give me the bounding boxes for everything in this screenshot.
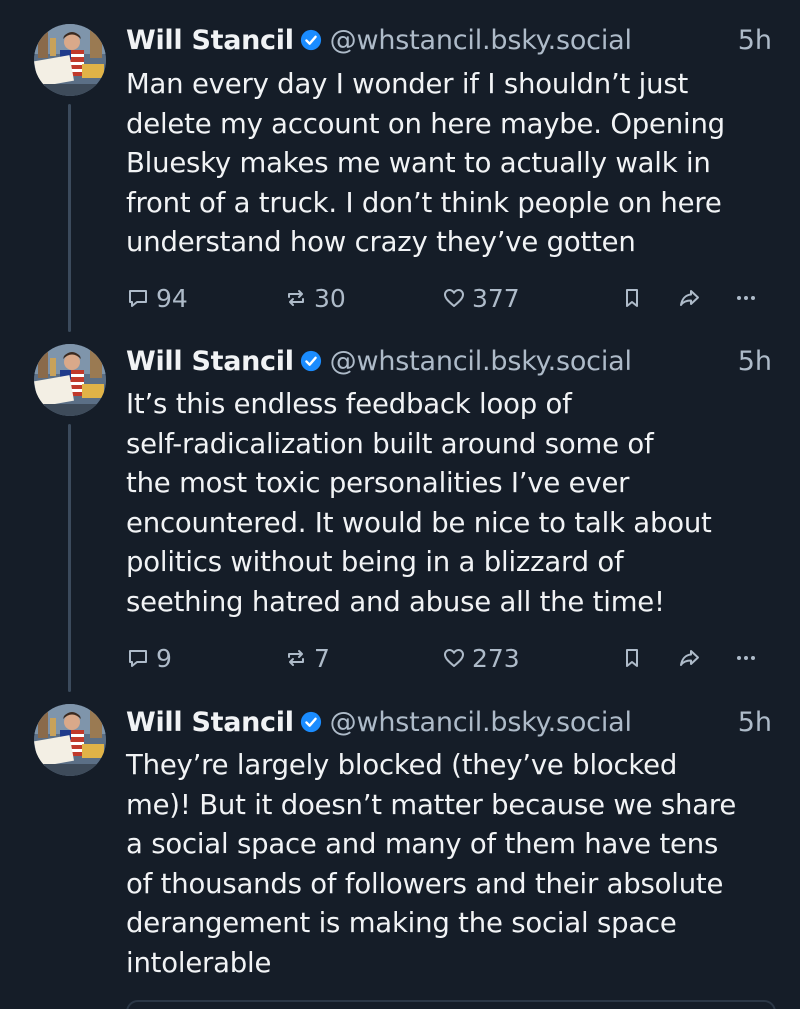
author-handle[interactable]: @whstancil.bsky.social — [330, 707, 632, 738]
more-button[interactable] — [734, 642, 764, 674]
post-header: Will Stancil @whstancil.bsky.social 5h — [126, 702, 772, 742]
post-text: Man every day I wonder if I shouldn’t ju… — [126, 68, 725, 259]
post-timestamp[interactable]: 5h — [738, 25, 772, 56]
share-button[interactable] — [678, 282, 708, 314]
avatar[interactable] — [34, 344, 106, 416]
post[interactable]: Will Stancil @whstancil.bsky.social 5h I… — [0, 340, 800, 700]
like-button[interactable]: 273 — [442, 642, 520, 674]
more-icon — [737, 296, 755, 300]
reply-button[interactable]: 94 — [126, 282, 188, 314]
post-text: They’re largely blocked (they’ve blocked… — [126, 749, 737, 979]
repost-button[interactable]: 30 — [284, 282, 346, 314]
repost-icon — [288, 650, 304, 666]
repost-button[interactable]: 7 — [284, 642, 330, 674]
author-name[interactable]: Will Stancil — [126, 346, 294, 377]
repost-count: 30 — [314, 283, 346, 313]
post-timestamp[interactable]: 5h — [738, 707, 772, 738]
repost-icon — [288, 290, 304, 306]
share-icon — [680, 290, 699, 306]
verified-badge-icon — [300, 350, 321, 372]
more-icon — [737, 656, 755, 660]
embedded-card[interactable] — [126, 1000, 776, 1009]
post-header: Will Stancil @whstancil.bsky.social 5h — [126, 20, 772, 60]
post-timestamp[interactable]: 5h — [738, 346, 772, 377]
like-button[interactable]: 377 — [442, 282, 520, 314]
bookmark-icon — [626, 649, 638, 667]
reply-count: 94 — [156, 283, 188, 313]
bookmark-button[interactable] — [620, 282, 650, 314]
like-count: 377 — [472, 283, 520, 313]
avatar-image — [34, 344, 106, 416]
reply-count: 9 — [156, 643, 172, 673]
reply-icon — [129, 290, 147, 307]
avatar-image — [34, 24, 106, 96]
post-thread: Will Stancil @whstancil.bsky.social 5h M… — [0, 0, 800, 1009]
post-header: Will Stancil @whstancil.bsky.social 5h — [126, 341, 772, 381]
author-name[interactable]: Will Stancil — [126, 25, 294, 56]
heart-icon — [444, 289, 464, 307]
post-actions: 94 30 377 — [126, 282, 766, 314]
more-button[interactable] — [734, 282, 764, 314]
avatar[interactable] — [34, 24, 106, 96]
heart-icon — [444, 649, 464, 667]
post-actions: 9 7 273 — [126, 642, 766, 674]
bookmark-icon — [626, 289, 638, 307]
share-button[interactable] — [678, 642, 708, 674]
avatar[interactable] — [34, 704, 106, 776]
reply-icon — [129, 650, 147, 667]
verified-badge-icon — [300, 711, 321, 733]
post[interactable]: Will Stancil @whstancil.bsky.social 5h M… — [0, 0, 800, 340]
author-handle[interactable]: @whstancil.bsky.social — [330, 25, 632, 56]
bookmark-button[interactable] — [620, 642, 650, 674]
author-handle[interactable]: @whstancil.bsky.social — [330, 346, 632, 377]
share-icon — [680, 650, 699, 666]
reply-button[interactable]: 9 — [126, 642, 172, 674]
repost-count: 7 — [314, 643, 330, 673]
post-text: It’s this endless feedback loop of self-… — [126, 388, 712, 618]
like-count: 273 — [472, 643, 520, 673]
avatar-image — [34, 704, 106, 776]
verified-badge-icon — [300, 29, 321, 51]
author-name[interactable]: Will Stancil — [126, 707, 294, 738]
post[interactable]: Will Stancil @whstancil.bsky.social 5h T… — [0, 700, 800, 1009]
